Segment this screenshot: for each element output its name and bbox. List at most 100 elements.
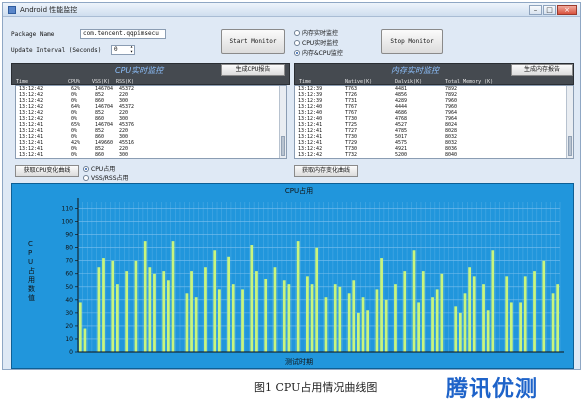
cpu-usage-bar <box>306 276 309 352</box>
cpu-usage-bar <box>519 302 522 352</box>
package-name-label: Package Name <box>11 31 55 38</box>
y-tick-label: 10 <box>65 336 73 343</box>
cpu-usage-bar <box>213 250 217 352</box>
memory-table-row-cell: 4768 <box>395 116 408 122</box>
mode-memory-radio[interactable]: 内存实时监控 <box>294 28 338 37</box>
memory-table-row-cell: 7964 <box>445 116 458 122</box>
memory-table-row-cell: T730 <box>345 146 358 152</box>
cpu-table-row-cell: 0% <box>71 152 78 158</box>
cpu-table-row-cell: 45376 <box>119 122 135 128</box>
memory-panel-title: 内存实时监控 <box>391 66 439 75</box>
cpu-data-list[interactable]: 13:12:41 0% 860 300 13:12:41 0% 852 220 13:12:41… <box>15 85 287 159</box>
cpu-usage-bar <box>162 271 166 352</box>
figure-caption: 图1 CPU占用情况曲线图 <box>254 381 378 394</box>
interval-spinner[interactable]: 0 ▴ ▾ <box>111 45 135 55</box>
memory-table-row-cell: 13:12:41 <box>298 134 323 140</box>
memory-table-row-cell: 5200 <box>395 152 408 158</box>
cpu-usage-bar <box>421 271 425 352</box>
cpu-table-row-cell: 13:12:42 <box>19 104 44 110</box>
cpu-usage-bar <box>491 250 495 352</box>
mode-memory-cpu-radio[interactable]: 内存&CPU监控 <box>294 48 343 57</box>
memory-list-scrollbar[interactable] <box>566 86 573 158</box>
memory-table-row-cell: 13:12:41 <box>298 122 323 128</box>
y-tick-label: 0 <box>69 349 73 356</box>
minimize-icon[interactable]: – <box>529 5 542 15</box>
memory-table-row-cell: 7960 <box>445 104 458 110</box>
cpu-table-row-cell: 62% <box>71 86 81 92</box>
memory-table-row-cell: 13:12:40 <box>298 116 323 122</box>
title-bar: Android 性能监控 – □ × <box>3 3 580 17</box>
scroll-thumb[interactable] <box>568 136 572 156</box>
memory-table-row-cell: 8028 <box>445 128 458 134</box>
memory-report-button[interactable]: 生成内存报告 <box>511 64 573 76</box>
memory-table-row-cell: T729 <box>345 140 358 146</box>
mode-cpu-radio[interactable]: CPU实时监控 <box>294 38 338 47</box>
cpu-usage-bar <box>194 297 198 352</box>
package-name-input[interactable]: com.tencent.qqpimsecu <box>80 29 166 39</box>
cpu-report-button[interactable]: 生成CPU报告 <box>221 64 285 76</box>
cpu-table-row-cell: 146704 <box>95 86 114 92</box>
y-tick-label: 90 <box>65 232 73 239</box>
y-tick-label: 60 <box>65 271 73 278</box>
memory-table-row-cell: T767 <box>345 104 358 110</box>
cpu-usage-bar <box>310 284 314 352</box>
start-monitor-button[interactable]: Start Monitor <box>221 29 285 54</box>
cpu-curve-button[interactable]: 获取CPU变化曲线 <box>15 165 79 177</box>
cpu-panel-title: CPU实时监控 <box>115 66 164 75</box>
cpu-table-row-cell: 42% <box>71 140 81 146</box>
cpu-usage-bar <box>296 241 300 352</box>
memory-table-row-cell: 4444 <box>395 104 408 110</box>
cpu-usage-bar <box>486 310 490 352</box>
cpu-usage-bar <box>463 293 467 352</box>
memory-table-row-cell: 8040 <box>445 152 458 158</box>
memory-table-row-cell: T730 <box>345 134 358 140</box>
cpu-usage-bar <box>380 258 383 352</box>
cpu-usage-bar <box>78 302 82 352</box>
curve-cpu-radio[interactable]: CPU占用 <box>83 164 115 173</box>
spinner-arrows-icon[interactable]: ▴ ▾ <box>130 46 133 54</box>
cpu-usage-chart: 0102030405060708090100110CPU占用测试时期C P U 占用数… <box>12 184 573 368</box>
memory-table-row-cell: 4481 <box>395 86 408 92</box>
cpu-table-row-cell: 220 <box>119 110 129 116</box>
cpu-usage-bar <box>315 247 319 352</box>
scroll-thumb[interactable] <box>281 136 285 156</box>
cpu-usage-bar <box>153 273 156 352</box>
cpu-list-scrollbar[interactable] <box>279 86 286 158</box>
cpu-table-row-cell: 860 <box>95 134 105 140</box>
memory-table-row-cell: 13:12:42 <box>298 146 323 152</box>
memory-table-row-cell: 4686 <box>395 110 408 116</box>
cpu-usage-bar <box>143 241 147 352</box>
cpu-table-row-cell: 220 <box>119 128 129 134</box>
cpu-usage-bar <box>523 276 527 352</box>
y-tick-label: 100 <box>62 219 74 226</box>
stop-monitor-button[interactable]: Stop Monitor <box>381 29 443 54</box>
cpu-usage-bar <box>458 312 462 352</box>
cpu-usage-bar <box>227 256 231 352</box>
cpu-usage-bar <box>431 297 434 352</box>
cpu-table-row-cell: 860 <box>95 152 105 158</box>
cpu-usage-bar <box>394 284 397 352</box>
memory-curve-button[interactable]: 获取内存变化曲线 <box>294 165 358 177</box>
cpu-usage-bar <box>417 302 421 352</box>
cpu-table-row-cell: 13:12:41 <box>19 146 44 152</box>
cpu-usage-bar <box>542 260 546 352</box>
curve-vss-rss-radio[interactable]: VSS/RSS占用 <box>83 173 129 182</box>
cpu-table-row-cell: 0% <box>71 110 78 116</box>
memory-table-row-cell: 7892 <box>445 86 458 92</box>
memory-table-row-cell: 4785 <box>395 128 408 134</box>
cpu-usage-bar <box>403 271 407 352</box>
cpu-usage-bar <box>435 289 439 352</box>
memory-data-list[interactable]: 13:12:42 T732 5200 8040 13:12:42 T730 4921 8036… <box>294 85 574 159</box>
radio-selected-icon <box>294 49 300 56</box>
mode-memory-cpu-label: 内存&CPU监控 <box>302 50 343 57</box>
cpu-table-row-cell: 13:12:42 <box>19 110 44 116</box>
cpu-table-row-cell: 13:12:41 <box>19 134 44 140</box>
memory-table-row-cell: 13:12:41 <box>298 128 323 134</box>
close-icon[interactable]: × <box>557 5 577 15</box>
memory-table-row-cell: 5017 <box>395 134 408 140</box>
cpu-table-row-cell: 45372 <box>119 104 135 110</box>
maximize-icon[interactable]: □ <box>543 5 556 15</box>
y-tick-label: 30 <box>65 310 73 317</box>
cpu-table-row-cell: 852 <box>95 110 105 116</box>
cpu-usage-bar <box>97 267 101 352</box>
